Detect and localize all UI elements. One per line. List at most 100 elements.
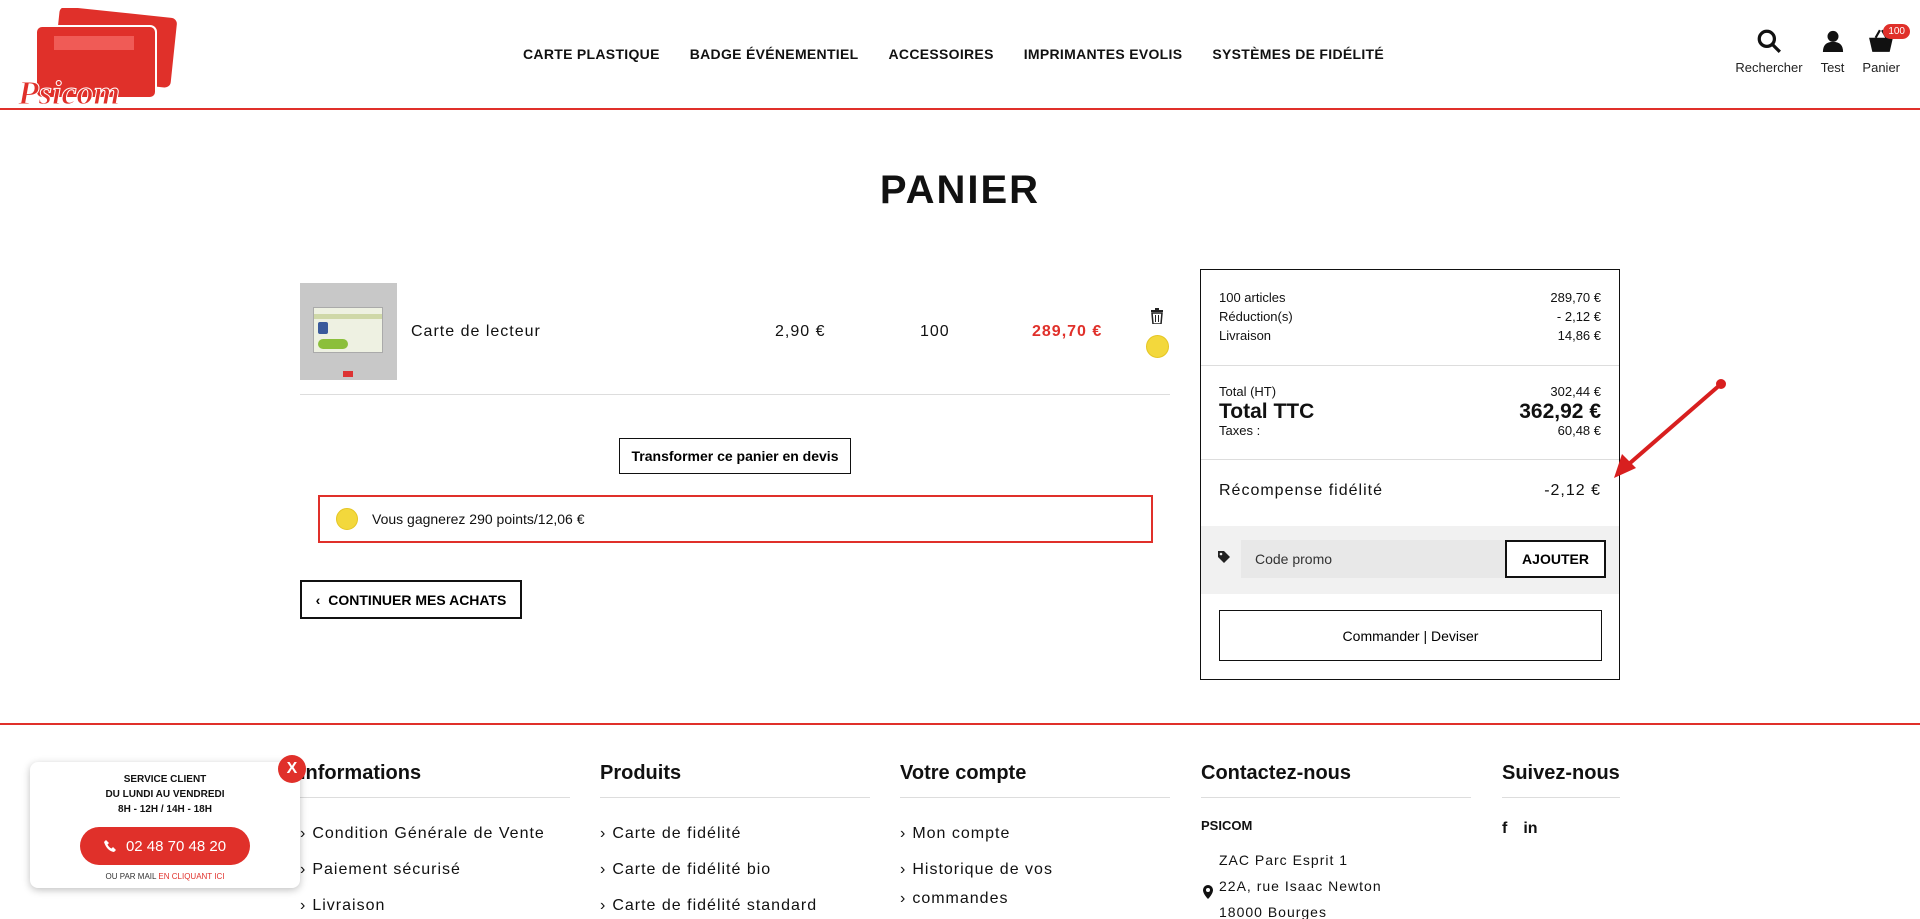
reward-label: Récompense fidélité xyxy=(1219,482,1383,499)
product-card-image xyxy=(313,307,383,353)
popup-days: DU LUNDI AU VENDREDI xyxy=(105,789,225,800)
promo-code-input[interactable] xyxy=(1241,540,1507,578)
total-ttc-value: 362,92 € xyxy=(1519,400,1601,423)
summary-total-ttc-row: Total TTC 362,92 € xyxy=(1219,400,1601,424)
footer-link-fidelite[interactable]: Carte de fidélité xyxy=(600,816,870,852)
page-title: PANIER xyxy=(879,168,1041,212)
footer-link-paiement[interactable]: Paiement sécurisé xyxy=(300,852,570,888)
main-nav: CARTE PLASTIQUE BADGE ÉVÉNEMENTIEL ACCES… xyxy=(523,46,1384,62)
product-unit-price: 2,90 € xyxy=(775,323,826,340)
apply-promo-button[interactable]: AJOUTER xyxy=(1505,540,1606,578)
header-actions: Rechercher Test 100 Panier xyxy=(1735,24,1910,75)
checkout-button[interactable]: Commander | Deviser xyxy=(1219,610,1602,661)
shipping-label: Livraison xyxy=(1219,328,1272,343)
footer-link-historique-cont[interactable]: commandes xyxy=(900,888,1170,910)
annotation-arrow xyxy=(1614,379,1726,478)
continue-shopping-label: CONTINUER MES ACHATS xyxy=(328,591,507,608)
shipping-value: 14,86 € xyxy=(1557,328,1601,343)
search-action[interactable]: Rechercher xyxy=(1735,28,1803,75)
mail-link[interactable]: EN CLIQUANT ICI xyxy=(158,872,224,881)
tag-icon xyxy=(1218,551,1230,563)
cart-action[interactable]: 100 Panier xyxy=(1862,24,1910,75)
product-name[interactable]: Carte de lecteur xyxy=(411,323,541,341)
user-icon xyxy=(1822,30,1843,52)
summary-total-ht-row: Total (HT) 302,44 € xyxy=(1219,384,1601,399)
footer-divider xyxy=(0,723,1920,725)
divider xyxy=(1201,459,1619,460)
summary-shipping-row: Livraison 14,86 € xyxy=(1219,328,1601,343)
footer-link-fidelite-standard[interactable]: Carte de fidélité standard xyxy=(600,888,870,919)
total-ht-label: Total (HT) xyxy=(1219,384,1277,399)
loyalty-coin-icon xyxy=(336,508,358,530)
trash-icon[interactable] xyxy=(1150,308,1164,324)
cart-label: Panier xyxy=(1862,60,1900,75)
footer-informations: Informations Condition Générale de Vente… xyxy=(300,762,570,919)
loyalty-points-text: Vous gagnerez 290 points/12,06 € xyxy=(372,511,585,527)
cart-count-badge: 100 xyxy=(1883,24,1910,39)
account-label: Test xyxy=(1820,60,1845,75)
promo-code-section: AJOUTER xyxy=(1201,526,1619,594)
cart-line-item: Carte de lecteur 2,90 € 100 289,70 € xyxy=(300,283,1170,395)
product-quantity[interactable]: 100 xyxy=(920,323,950,341)
taxes-label: Taxes : xyxy=(1219,423,1261,438)
nav-carte-plastique[interactable]: CARTE PLASTIQUE xyxy=(523,46,660,62)
footer-link-cgv[interactable]: Condition Générale de Vente xyxy=(300,816,570,852)
product-thumbnail[interactable] xyxy=(300,283,397,380)
reduction-label: Réduction(s) xyxy=(1219,309,1293,324)
taxes-value: 60,48 € xyxy=(1557,423,1601,438)
cart-summary: 100 articles 289,70 € Réduction(s) - 2,1… xyxy=(1200,269,1620,680)
footer-company: PSICOM xyxy=(1201,818,1253,833)
footer-address-line: 22A, rue Isaac Newton xyxy=(1219,878,1382,894)
loyalty-points-notice: Vous gagnerez 290 points/12,06 € xyxy=(318,495,1153,543)
convert-to-quote-button[interactable]: Transformer ce panier en devis xyxy=(619,438,851,474)
footer-link-fidelite-bio[interactable]: Carte de fidélité bio xyxy=(600,852,870,888)
product-brand-mark xyxy=(343,371,353,377)
chevron-left-icon: ‹ xyxy=(315,591,321,608)
popup-title: SERVICE CLIENT xyxy=(123,774,207,785)
total-ttc-label: Total TTC xyxy=(1219,400,1315,423)
footer-link-historique[interactable]: Historique de vos xyxy=(900,852,1170,888)
facebook-icon[interactable]: f xyxy=(1502,820,1507,838)
product-line-total: 289,70 € xyxy=(1032,323,1103,340)
divider xyxy=(1201,365,1619,366)
linkedin-icon[interactable]: in xyxy=(1523,820,1537,838)
footer-produits: Produits Carte de fidélité Carte de fidé… xyxy=(600,762,870,919)
map-pin-icon xyxy=(1203,885,1213,899)
nav-accessoires[interactable]: ACCESSOIRES xyxy=(889,46,994,62)
svg-text:Psicom: Psicom xyxy=(17,75,120,106)
nav-badge-evenementiel[interactable]: BADGE ÉVÉNEMENTIEL xyxy=(690,46,859,62)
articles-label: 100 articles xyxy=(1219,290,1286,305)
total-ht-value: 302,44 € xyxy=(1550,384,1601,399)
search-label: Rechercher xyxy=(1735,60,1803,75)
summary-reward-row: Récompense fidélité -2,12 € xyxy=(1219,482,1601,500)
articles-value: 289,70 € xyxy=(1550,290,1601,305)
call-button[interactable]: 02 48 70 48 20 xyxy=(79,827,251,865)
footer-address-line: ZAC Parc Esprit 1 xyxy=(1219,852,1349,868)
nav-systemes-fidelite[interactable]: SYSTÈMES DE FIDÉLITÉ xyxy=(1212,46,1384,62)
phone-icon xyxy=(103,840,116,852)
footer-compte: Votre compte Mon compte Historique de vo… xyxy=(900,762,1170,910)
summary-reduction-row: Réduction(s) - 2,12 € xyxy=(1219,309,1601,324)
footer-produits-title: Produits xyxy=(600,762,870,798)
reward-value: -2,12 € xyxy=(1544,482,1601,499)
reduction-value: - 2,12 € xyxy=(1556,309,1601,324)
loyalty-coin-icon xyxy=(1146,335,1169,358)
customer-service-popup: SERVICE CLIENT DU LUNDI AU VENDREDI 8H -… xyxy=(30,762,300,888)
footer-link-livraison[interactable]: Livraison xyxy=(300,888,570,919)
close-popup-button[interactable]: X xyxy=(278,755,306,783)
summary-taxes-row: Taxes : 60,48 € xyxy=(1219,423,1601,438)
site-header: Psicom CARTE PLASTIQUE BADGE ÉVÉNEMENTIE… xyxy=(0,0,1920,110)
footer-address-line: 18000 Bourges xyxy=(1219,904,1327,919)
footer-contact: Contactez-nous PSICOM ZAC Parc Esprit 1 … xyxy=(1201,762,1471,919)
phone-number: 02 48 70 48 20 xyxy=(125,837,227,855)
mail-prefix: OU PAR MAIL xyxy=(105,872,157,881)
footer-link-mon-compte[interactable]: Mon compte xyxy=(900,816,1170,852)
popup-mail-line: OU PAR MAIL EN CLIQUANT ICI xyxy=(30,872,300,881)
account-action[interactable]: Test xyxy=(1820,28,1845,75)
footer-contact-title: Contactez-nous xyxy=(1201,762,1471,798)
popup-hours: 8H - 12H / 14H - 18H xyxy=(118,804,212,815)
psicom-logo[interactable]: Psicom xyxy=(14,8,194,106)
search-icon xyxy=(1757,29,1781,53)
nav-imprimantes-evolis[interactable]: IMPRIMANTES EVOLIS xyxy=(1024,46,1183,62)
continue-shopping-button[interactable]: ‹ CONTINUER MES ACHATS xyxy=(300,580,522,619)
